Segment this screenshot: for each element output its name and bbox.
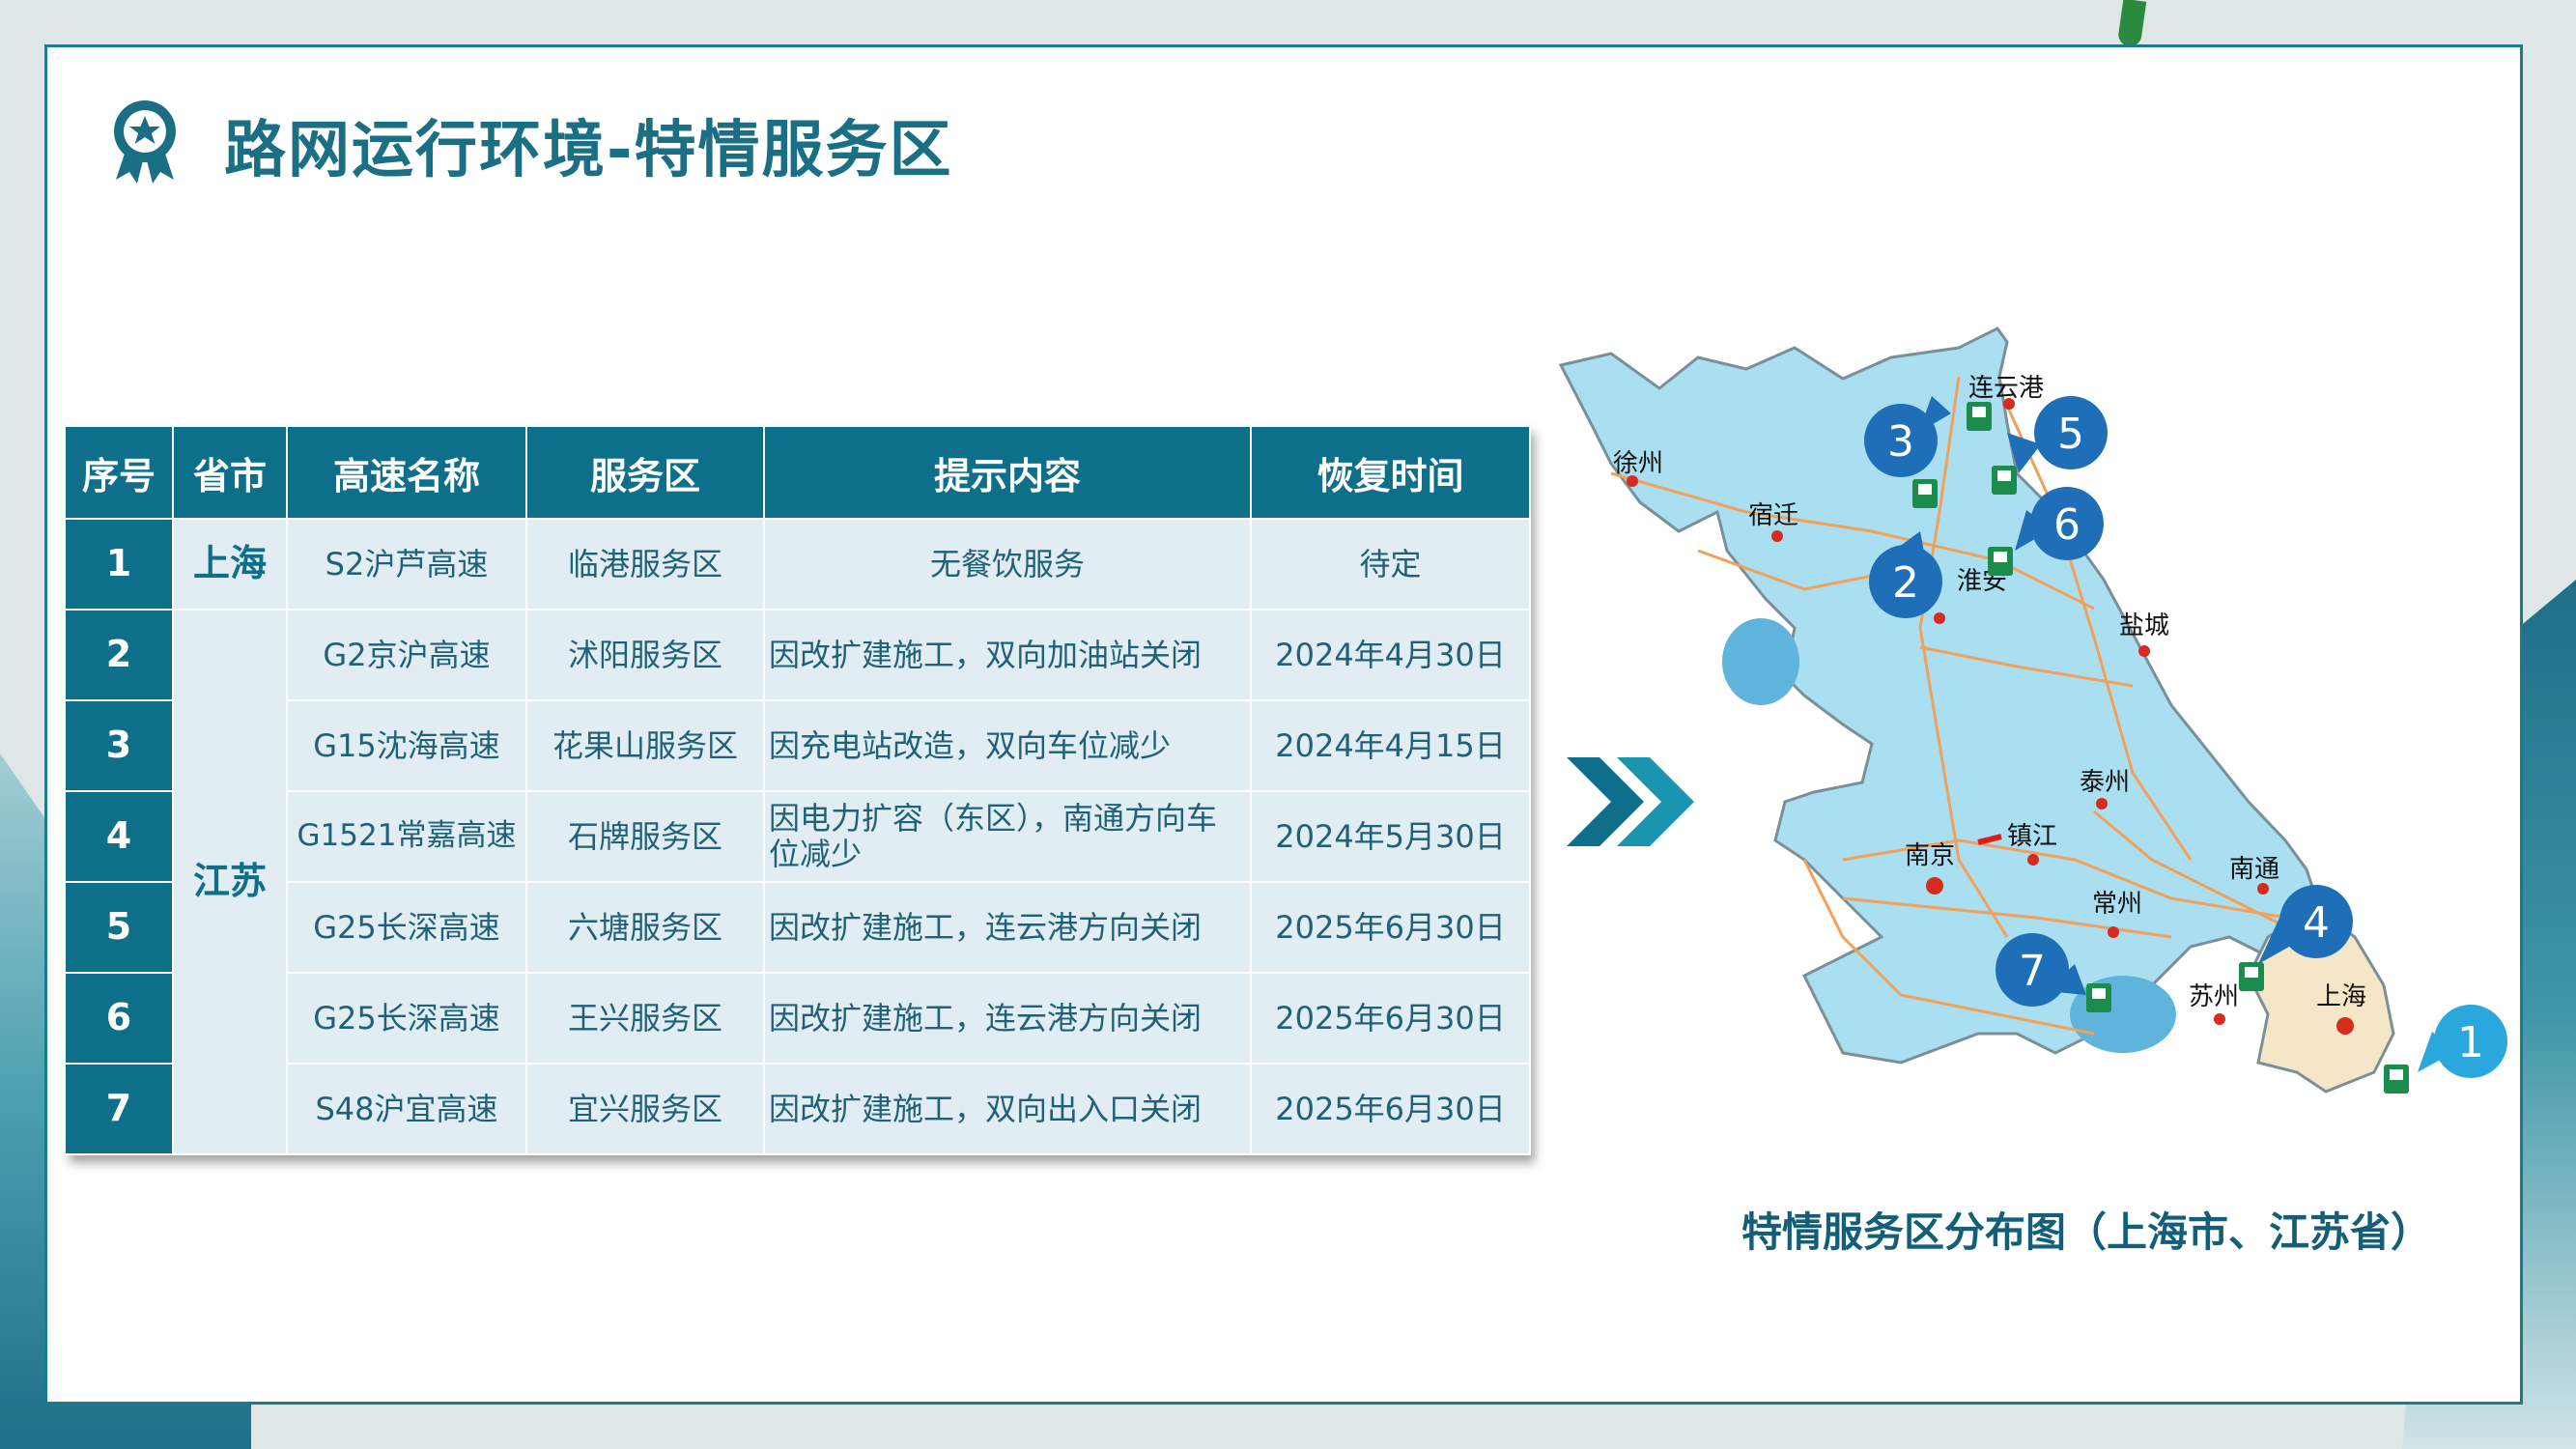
row-no: 3 [64, 699, 174, 792]
svg-text:7: 7 [2019, 947, 2046, 996]
fuel-station-icon[interactable] [1967, 402, 1992, 431]
hongze-lake [1722, 618, 1799, 705]
svg-text:6: 6 [2053, 500, 2081, 550]
row-tip: 因改扩建施工，连云港方向关闭 [763, 881, 1252, 974]
row-recovery: 2025年6月30日 [1250, 881, 1531, 974]
map-pin-1[interactable]: 1 [2418, 1005, 2507, 1078]
city-label: 镇江 [2007, 822, 2057, 851]
row-tip: 因充电站改造，双向车位减少 [763, 699, 1252, 792]
row-no: 6 [64, 972, 174, 1065]
city-label: 连云港 [1968, 374, 2044, 403]
table-header-row: 序号 省市 高速名称 服务区 提示内容 恢复时间 [64, 425, 1531, 520]
row-recovery: 2025年6月30日 [1250, 972, 1531, 1065]
header-no: 序号 [64, 425, 174, 520]
row-service-area: 花果山服务区 [525, 699, 765, 792]
header-tip: 提示内容 [763, 425, 1252, 520]
city-label: 宿迁 [1748, 501, 1798, 530]
city-label: 徐州 [1613, 449, 1663, 478]
row-province: 上海 [172, 518, 288, 611]
city-label: 南通 [2229, 855, 2279, 884]
row-no: 1 [64, 518, 174, 611]
jiangsu-province-shape [1558, 327, 2318, 1065]
row-service-area: 宜兴服务区 [525, 1063, 765, 1155]
fuel-station-icon[interactable] [2239, 962, 2264, 991]
map-pin-5[interactable]: 5 [2007, 396, 2108, 473]
fuel-station-icon[interactable] [2086, 983, 2111, 1012]
row-highway: G1521常嘉高速 [286, 790, 527, 883]
row-service-area: 沭阳服务区 [525, 609, 765, 701]
row-service-area: 六塘服务区 [525, 881, 765, 974]
row-highway: S2沪芦高速 [286, 518, 527, 611]
tai-lake [2070, 976, 2176, 1053]
city-label: 盐城 [2119, 611, 2169, 640]
fuel-station-icon[interactable] [1988, 547, 2013, 576]
row-highway: G25长深高速 [286, 972, 527, 1065]
svg-text:2: 2 [1892, 558, 1919, 608]
row-tip: 因改扩建施工，连云港方向关闭 [763, 972, 1252, 1065]
city-label: 常州 [2092, 890, 2142, 919]
row-recovery: 2024年5月30日 [1250, 790, 1531, 883]
row-highway: S48沪宜高速 [286, 1063, 527, 1155]
header-recovery: 恢复时间 [1250, 425, 1531, 520]
fuel-station-icon[interactable] [1992, 466, 2017, 495]
service-area-table: 序号 省市 高速名称 服务区 提示内容 恢复时间 1 上海 S2沪芦高速 临港服… [64, 425, 1531, 1155]
city-label: 南京 [1905, 841, 1955, 870]
svg-text:5: 5 [2057, 410, 2084, 459]
table-row: 2 江苏 G2京沪高速 沭阳服务区 因改扩建施工，双向加油站关闭 2024年4月… [64, 609, 1531, 1155]
row-tip: 因改扩建施工，双向出入口关闭 [763, 1063, 1252, 1155]
row-recovery: 2024年4月15日 [1250, 699, 1531, 792]
row-no: 7 [64, 1063, 174, 1155]
row-province: 江苏 [172, 609, 288, 1155]
header-service-area: 服务区 [525, 425, 765, 520]
city-label: 苏州 [2189, 982, 2239, 1011]
row-tip: 因改扩建施工，双向加油站关闭 [763, 609, 1252, 701]
city-label: 上海 [2316, 982, 2366, 1011]
svg-text:1: 1 [2457, 1018, 2484, 1067]
row-no: 2 [64, 609, 174, 701]
svg-text:3: 3 [1887, 417, 1914, 467]
table-row: 1 上海 S2沪芦高速 临港服务区 无餐饮服务 待定 [64, 518, 1531, 611]
map-caption: 特情服务区分布图（上海市、江苏省） [1741, 1208, 2432, 1256]
row-tip: 无餐饮服务 [763, 518, 1252, 611]
svg-text:4: 4 [2303, 898, 2330, 948]
row-service-area: 王兴服务区 [525, 972, 765, 1065]
row-service-area: 临港服务区 [525, 518, 765, 611]
header-province: 省市 [172, 425, 288, 520]
award-badge-icon [114, 100, 176, 184]
row-no: 5 [64, 881, 174, 974]
city-label: 泰州 [2080, 768, 2130, 797]
background-leaf [2116, 0, 2147, 48]
row-highway: G15沈海高速 [286, 699, 527, 792]
row-highway: G25长深高速 [286, 881, 527, 974]
row-recovery: 待定 [1250, 518, 1531, 611]
row-recovery: 2025年6月30日 [1250, 1063, 1531, 1155]
header-highway: 高速名称 [286, 425, 527, 520]
row-no: 4 [64, 790, 174, 883]
row-tip: 因电力扩容（东区），南通方向车位减少 [763, 790, 1252, 883]
row-recovery: 2024年4月30日 [1250, 609, 1531, 701]
jiangsu-shanghai-map: 徐州 连云港 宿迁 淮安 盐城 泰州 镇江 南京 常州 南通 苏州 上海 1 2 [1558, 327, 2507, 1094]
row-service-area: 石牌服务区 [525, 790, 765, 883]
fuel-station-icon[interactable] [2384, 1065, 2409, 1094]
fuel-station-icon[interactable] [1912, 479, 1938, 508]
row-highway: G2京沪高速 [286, 609, 527, 701]
page-title: 路网运行环境-特情服务区 [224, 115, 953, 186]
